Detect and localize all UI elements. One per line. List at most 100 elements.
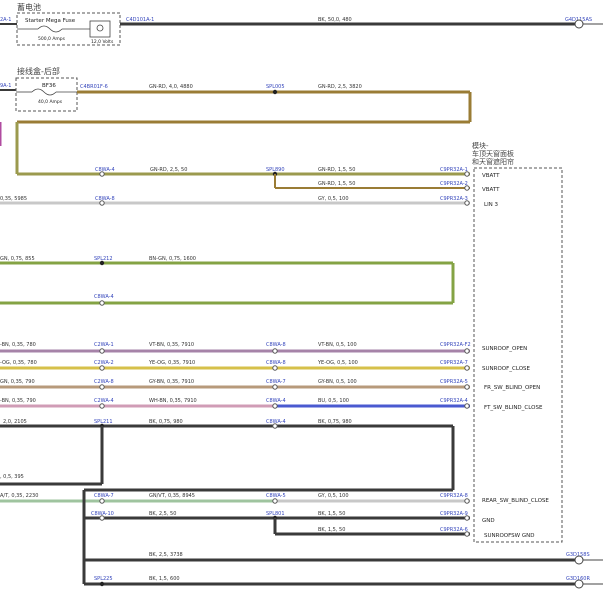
- wire-label: -BN, 0,35, 790: [0, 398, 36, 404]
- fuse-symbol: [31, 88, 57, 96]
- connector-label: C9PR32A-7: [440, 360, 468, 366]
- connector-icon: [464, 531, 470, 537]
- wire-label: GY, 0,5, 100: [318, 493, 349, 499]
- connector-label: C2WA-1: [94, 342, 114, 348]
- wire-label: BN-GN, 0,75, 1600: [149, 256, 196, 262]
- module-title-2: 车顶天窗面板: [472, 149, 514, 158]
- connector-label: C9PR32A-F2: [440, 342, 471, 348]
- connector-icon: [464, 348, 470, 354]
- wire-label: BK, 0,75, 980: [318, 419, 352, 425]
- connector-icon: [99, 171, 105, 177]
- splice-point: [99, 581, 105, 587]
- wire-label: YE-OG, 0,35, 7910: [148, 360, 195, 366]
- connector-label: C2WA-2: [94, 360, 114, 366]
- connector-icon: [99, 403, 105, 409]
- connector-icon: [464, 498, 470, 504]
- module-title-3: 和天窗遮阳帘: [472, 157, 514, 166]
- pin-label: VBATT: [482, 173, 500, 179]
- connector-icon: [464, 185, 470, 191]
- splice-label: SPL211: [94, 419, 113, 425]
- connector-label: C8WA-7: [94, 493, 114, 499]
- wire-label: BK, 1,5, 50: [318, 511, 345, 517]
- fuse-box-label: Starter Mega Fuse: [25, 18, 76, 24]
- wire-label: BK, 50,0, 480: [318, 17, 352, 23]
- splice-label: SPL212: [94, 256, 113, 262]
- wire-label: GY-BN, 0,35, 7910: [149, 379, 194, 385]
- battery-title: 蓄电池: [17, 2, 41, 12]
- connector-icon: [99, 384, 105, 390]
- wire-label: GN, 0,35, 790: [0, 379, 35, 385]
- fuse-name: BF36: [42, 83, 56, 89]
- connector-label: C9PR32A-4: [440, 398, 468, 404]
- wire-label: BK, 2,5, 50: [149, 511, 176, 517]
- battery-terminal: [96, 24, 104, 32]
- pin-label: FT_SW_BLIND_CLOSE: [484, 405, 543, 411]
- wire-label: GN-RD, 2,5, 3820: [318, 84, 362, 90]
- connector-icon: [272, 384, 278, 390]
- connector-icon: [99, 300, 105, 306]
- wire-label: -OG, 0,35, 780: [0, 360, 37, 366]
- connector-icon: [272, 498, 278, 504]
- pin-label: REAR_SW_BLIND_CLOSE: [482, 498, 549, 504]
- pin-label: SUNROOF_OPEN: [482, 346, 527, 352]
- wire-label: GN, 0,75, 855: [0, 256, 35, 262]
- wire-label: GY-BN, 0,5, 100: [318, 379, 357, 385]
- wire-label: GN/VT, 0,35, 8945: [149, 493, 195, 499]
- connector-label: C8WA-5: [266, 493, 286, 499]
- connector-icon: [99, 515, 105, 521]
- wire-label: VT-BN, 0,5, 100: [318, 342, 357, 348]
- splice-point: [272, 89, 278, 95]
- connector-label: C9PR32A-9: [440, 511, 468, 517]
- wire-label: WH-BN, 0,35, 7910: [149, 398, 197, 404]
- connector-label: C2WA-4: [94, 398, 114, 404]
- connector-label: C4D101A-1: [126, 17, 154, 23]
- connector-label: C8WA-8: [95, 196, 115, 202]
- connector-label: 9A-1: [0, 83, 11, 89]
- connector-icon: [464, 403, 470, 409]
- wire-label: BK, 1,5, 600: [149, 576, 180, 582]
- wire-label: , 0,5, 395: [0, 474, 24, 480]
- wire-label: GN-RD, 1,5, 50: [318, 167, 355, 173]
- splice-point: [99, 260, 105, 266]
- splice-label: SPL005: [266, 84, 285, 90]
- pin-label: SUNROOFSW GND: [484, 533, 534, 539]
- fuse-symbol: [37, 25, 63, 33]
- wire-label: BK, 2,5, 3738: [149, 552, 183, 558]
- ground-icon: [574, 555, 584, 565]
- wire-label: GN-RD, 1,5, 50: [318, 181, 355, 187]
- splice-label: SPL225: [94, 576, 113, 582]
- connector-icon: [464, 384, 470, 390]
- wire-label: -BN, 0,35, 780: [0, 342, 36, 348]
- connector-icon: [99, 498, 105, 504]
- connector-label: C9PR32A-3: [440, 196, 468, 202]
- fuse-rating: 500,0 Amps: [38, 36, 66, 42]
- connector-icon: [99, 348, 105, 354]
- pin-label: GND: [482, 518, 495, 524]
- wire-label: 0,35, 5985: [0, 196, 27, 202]
- connector-label: C8WA-4: [266, 398, 286, 404]
- connector-label: C9PR32A-1: [440, 167, 468, 173]
- connector-label: C8WA-8: [266, 360, 286, 366]
- connector-icon: [99, 365, 105, 371]
- pin-label: LIN 3: [484, 202, 499, 208]
- wire-label: GN-RD, 2,5, 50: [150, 167, 187, 173]
- connector-label: C2WA-8: [94, 379, 114, 385]
- connector-icon: [99, 200, 105, 206]
- connector-icon: [464, 171, 470, 177]
- connector-label: C9PR32A-5: [440, 379, 468, 385]
- connector-label: C8WA-4: [95, 167, 115, 173]
- pin-label: VBATT: [482, 187, 500, 193]
- module-title-1: 模块-: [472, 141, 489, 150]
- wire-label: A/T, 0,35, 2230: [0, 493, 38, 499]
- connector-icon: [272, 348, 278, 354]
- connector-label: C9PR32A-6: [440, 527, 468, 533]
- pin-label: FR_SW_BLIND_OPEN: [484, 385, 540, 391]
- wire-label: BK, 1,5, 50: [318, 527, 345, 533]
- connector-label: C8WA-7: [266, 379, 286, 385]
- wire-label: BU, 0,5, 100: [318, 398, 349, 404]
- wire-label: VT-BN, 0,35, 7910: [149, 342, 194, 348]
- connector-icon: [464, 365, 470, 371]
- pin-label: SUNROOF_CLOSE: [482, 366, 531, 372]
- connector-icon: [272, 403, 278, 409]
- wire-label: YE-OG, 0,5, 100: [317, 360, 358, 366]
